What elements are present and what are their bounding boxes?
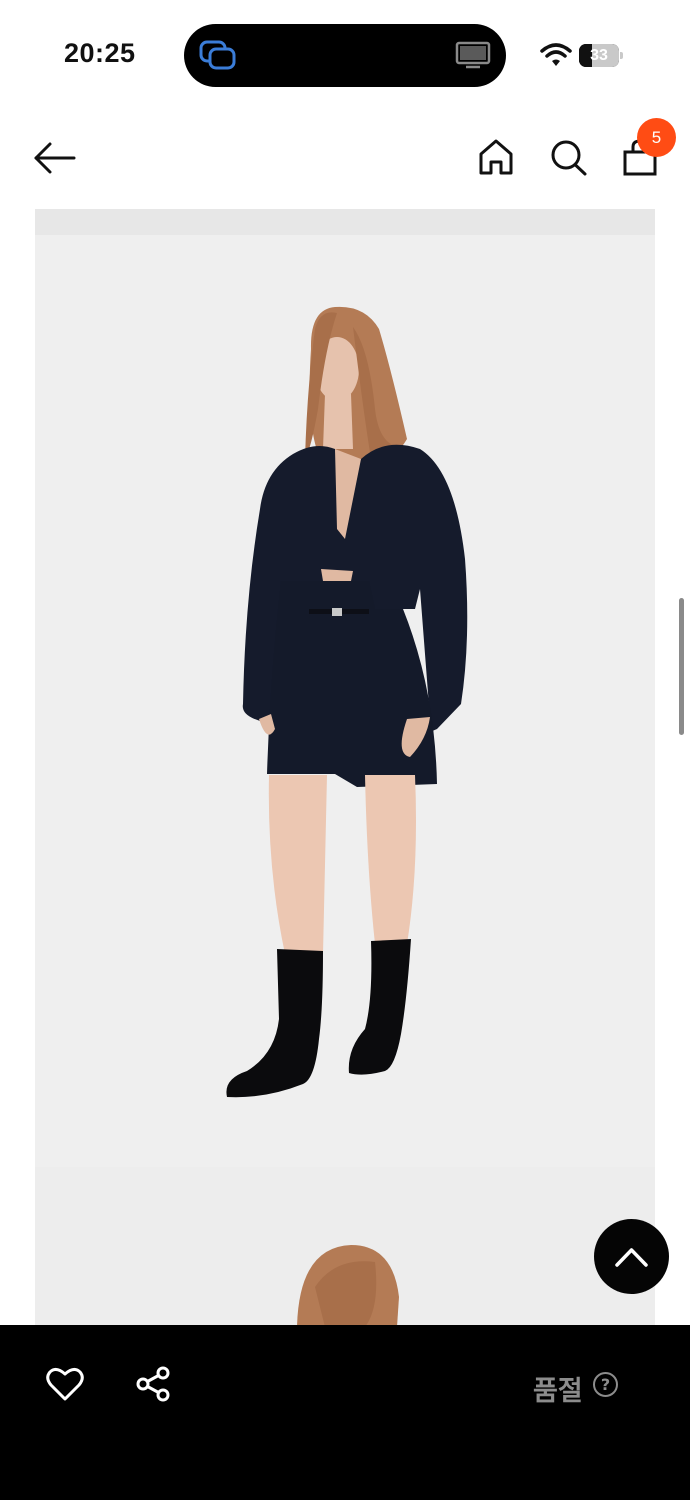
status-bar: 20:25 33 xyxy=(0,0,690,110)
battery-level: 33 xyxy=(590,47,608,64)
heart-icon[interactable] xyxy=(45,1365,85,1403)
product-image-gallery[interactable] xyxy=(35,209,655,1325)
chevron-up-icon xyxy=(615,1248,648,1267)
sold-out-label: 품절 xyxy=(533,1376,583,1407)
bottom-action-bar: 품절 ? xyxy=(0,1325,690,1500)
search-icon[interactable] xyxy=(548,136,588,178)
scroll-to-top-button[interactable] xyxy=(594,1219,669,1294)
battery-icon: 33 xyxy=(579,44,623,67)
back-arrow-icon[interactable] xyxy=(30,138,80,178)
share-icon[interactable] xyxy=(134,1365,172,1403)
tv-icon xyxy=(455,41,491,69)
dynamic-island xyxy=(184,24,506,87)
home-icon[interactable] xyxy=(476,136,516,178)
product-photo-model-partial xyxy=(35,1167,655,1325)
page-scrollbar[interactable] xyxy=(679,598,684,735)
help-icon[interactable]: ? xyxy=(593,1372,618,1397)
status-time: 20:25 xyxy=(64,38,136,68)
top-navigation xyxy=(0,120,690,200)
product-photo-model-full-body xyxy=(35,209,655,1167)
cart-count-badge: 5 xyxy=(637,118,676,157)
wifi-icon xyxy=(540,43,572,66)
screen-mirroring-icon xyxy=(199,40,236,70)
